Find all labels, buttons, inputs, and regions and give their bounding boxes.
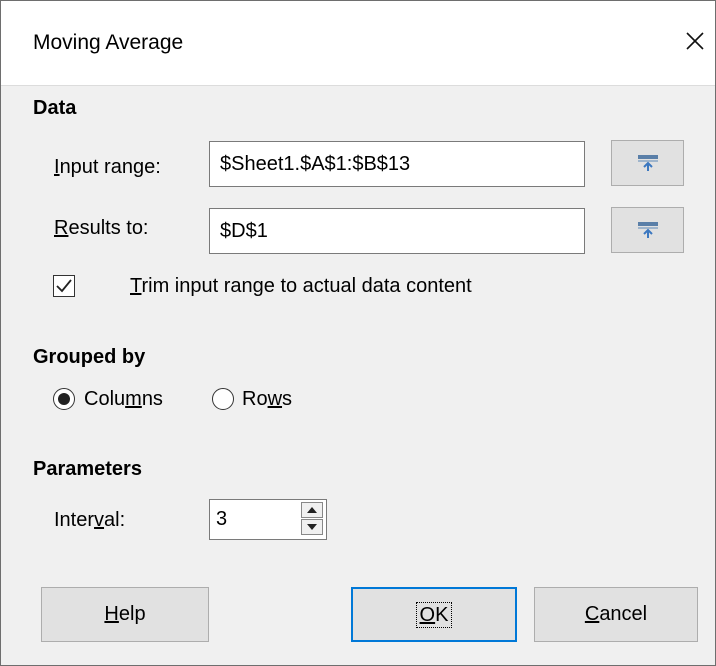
grouped-by-heading: Grouped by [33,346,146,368]
dialog-title: Moving Average [33,31,184,54]
shrink-icon [637,222,658,238]
data-heading: Data [33,97,77,119]
shrink-icon [637,155,658,171]
triangle-down-icon [307,524,317,530]
results-to-field[interactable]: $D$1 [209,208,585,254]
parameters-heading: Parameters [33,458,142,480]
cancel-button-label: Cancel [584,603,648,625]
results-to-label: Results to: [54,217,149,239]
spin-up-button[interactable] [301,502,323,518]
close-button[interactable] [679,25,711,57]
help-button-label: Help [104,603,146,625]
trim-label: Trim input range to actual data content [130,275,472,297]
cancel-button[interactable]: Cancel [534,587,698,642]
results-to-shrink-button[interactable] [611,207,684,253]
columns-radio[interactable] [53,388,75,410]
spin-down-button[interactable] [301,519,323,535]
input-range-shrink-button[interactable] [611,140,684,186]
interval-spin-buttons [301,502,324,537]
input-range-field[interactable]: $Sheet1.$A$1:$B$13 [209,141,585,187]
ok-button-label: OK [415,601,453,628]
interval-label: Interval: [54,509,126,531]
checkmark-icon [56,279,72,293]
radio-selected-dot [58,393,70,405]
input-range-label: Input range: [54,156,161,178]
moving-average-dialog: Moving Average Data Input range: $Sheet1… [0,0,716,666]
triangle-up-icon [307,507,317,513]
rows-radio[interactable] [212,388,234,410]
title-bar: Moving Average [1,1,715,86]
close-icon [686,32,704,50]
rows-label: Rows [242,388,293,410]
help-button[interactable]: Help [41,587,209,642]
columns-label: Columns [84,388,163,410]
ok-button[interactable]: OK [351,587,517,642]
trim-checkbox[interactable] [53,275,75,297]
interval-value: 3 [216,508,228,530]
